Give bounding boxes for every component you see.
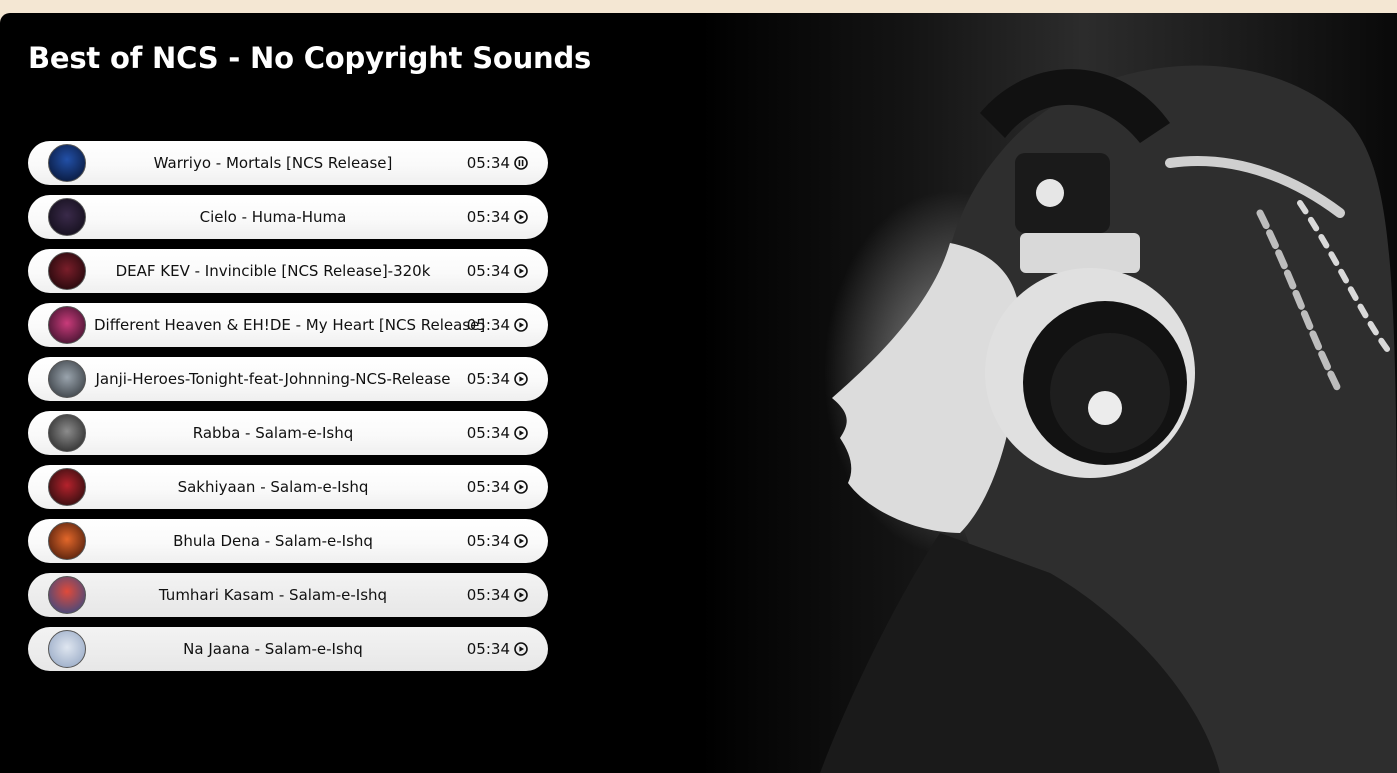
- woman-with-headphones-image: [820, 65, 1397, 773]
- pause-icon[interactable]: [514, 156, 528, 170]
- playlist-panel: Best of NCS - No Copyright Sounds Warriy…: [0, 13, 1397, 773]
- track-thumbnail: [48, 468, 86, 506]
- track-title: DEAF KEV - Invincible [NCS Release]-320k: [115, 262, 431, 280]
- track-thumbnail: [48, 522, 86, 560]
- play-icon[interactable]: [514, 534, 528, 548]
- track-thumbnail: [48, 576, 86, 614]
- track-title: Different Heaven & EH!DE - My Heart [NCS…: [94, 316, 486, 334]
- track-item[interactable]: Sakhiyaan - Salam-e-Ishq 05:34: [28, 465, 548, 509]
- play-icon[interactable]: [514, 588, 528, 602]
- track-item[interactable]: Rabba - Salam-e-Ishq 05:34: [28, 411, 548, 455]
- track-title: Tumhari Kasam - Salam-e-Ishq: [158, 586, 388, 604]
- play-icon[interactable]: [514, 372, 528, 386]
- track-duration: 05:34: [466, 586, 510, 604]
- track-item[interactable]: Cielo - Huma-Huma 05:34: [28, 195, 548, 239]
- track-thumbnail: [48, 360, 86, 398]
- play-icon[interactable]: [514, 642, 528, 656]
- track-duration: 05:34: [466, 262, 510, 280]
- background-photo: [700, 13, 1397, 773]
- track-thumbnail: [48, 198, 86, 236]
- track-item[interactable]: Different Heaven & EH!DE - My Heart [NCS…: [28, 303, 548, 347]
- track-thumbnail: [48, 252, 86, 290]
- track-title: Na Jaana - Salam-e-Ishq: [183, 640, 363, 658]
- track-thumbnail: [48, 144, 86, 182]
- track-item[interactable]: Na Jaana - Salam-e-Ishq 05:34: [28, 627, 548, 671]
- track-thumbnail: [48, 306, 86, 344]
- play-icon[interactable]: [514, 426, 528, 440]
- play-icon[interactable]: [514, 318, 528, 332]
- track-title: Rabba - Salam-e-Ishq: [192, 424, 354, 442]
- track-duration: 05:34: [466, 208, 510, 226]
- track-item[interactable]: Bhula Dena - Salam-e-Ishq 05:34: [28, 519, 548, 563]
- track-title: Warriyo - Mortals [NCS Release]: [153, 154, 393, 172]
- play-icon[interactable]: [514, 480, 528, 494]
- track-duration: 05:34: [466, 640, 510, 658]
- track-duration: 05:34: [466, 370, 510, 388]
- page-title: Best of NCS - No Copyright Sounds: [28, 41, 592, 75]
- track-duration: 05:34: [466, 478, 510, 496]
- track-item[interactable]: Warriyo - Mortals [NCS Release] 05:34: [28, 141, 548, 185]
- play-icon[interactable]: [514, 210, 528, 224]
- track-title: Janji-Heroes-Tonight-feat-Johnning-NCS-R…: [95, 370, 451, 388]
- track-item[interactable]: Tumhari Kasam - Salam-e-Ishq 05:34: [28, 573, 548, 617]
- track-item[interactable]: DEAF KEV - Invincible [NCS Release]-320k…: [28, 249, 548, 293]
- track-thumbnail: [48, 630, 86, 668]
- track-title: Cielo - Huma-Huma: [199, 208, 347, 226]
- track-title: Bhula Dena - Salam-e-Ishq: [173, 532, 373, 550]
- play-icon[interactable]: [514, 264, 528, 278]
- track-duration: 05:34: [466, 532, 510, 550]
- track-title: Sakhiyaan - Salam-e-Ishq: [177, 478, 369, 496]
- track-duration: 05:34: [466, 154, 510, 172]
- top-strip: [0, 0, 1397, 13]
- track-duration: 05:34: [466, 316, 510, 334]
- track-duration: 05:34: [466, 424, 510, 442]
- track-item[interactable]: Janji-Heroes-Tonight-feat-Johnning-NCS-R…: [28, 357, 548, 401]
- track-thumbnail: [48, 414, 86, 452]
